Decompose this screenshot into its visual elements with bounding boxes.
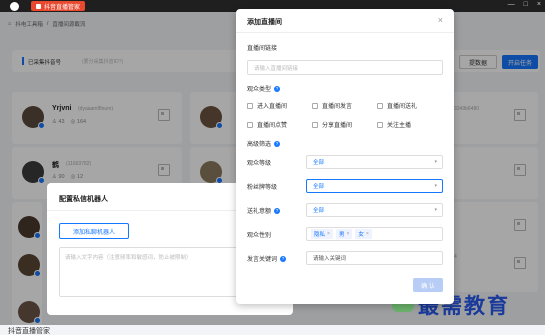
checkbox-box[interactable] (247, 102, 253, 109)
level-label: 观众等级 (247, 158, 271, 167)
checkbox-label: 关注主播 (387, 123, 412, 129)
gender-multiselect[interactable]: 隐私 × 男 × 女 × (306, 227, 443, 241)
help-icon[interactable]: ? (274, 207, 281, 214)
help-icon[interactable]: ? (274, 85, 281, 92)
checkbox-label: 直播间点赞 (257, 123, 288, 129)
confirm-button[interactable]: 确 认 (413, 278, 443, 292)
level-select[interactable]: 全部 ▾ (306, 155, 443, 169)
close-window-icon[interactable]: × (537, 1, 541, 8)
checkbox-like[interactable]: 直播间点赞 (247, 120, 287, 129)
help-icon[interactable]: ? (280, 255, 287, 262)
checkbox-enter[interactable]: 进入直播间 (247, 101, 287, 110)
checkbox-box[interactable] (312, 102, 318, 109)
window-controls: — □ × (508, 1, 541, 8)
filter-label: 高级筛选 ? (247, 139, 281, 148)
close-icon[interactable]: × (438, 15, 443, 25)
gift-amount-label-text: 送礼意额 (247, 209, 272, 215)
link-label: 直播间链接 (247, 43, 277, 52)
checkbox-follow[interactable]: 关注主播 (377, 120, 411, 129)
gift-amount-select[interactable]: 全部 ▾ (306, 203, 443, 217)
add-live-room-dialog: 添加直播间 × 直播间链接 请输入直播间链接 观众类型 ? 进入直播间 直播间发… (236, 9, 454, 304)
fan-level-label-text: 粉丝牌等级 (247, 185, 278, 191)
keyword-label: 发言关键词 ? (247, 254, 287, 263)
fan-level-label: 粉丝牌等级 (247, 182, 277, 191)
link-label-text: 直播间链接 (247, 46, 278, 52)
minimize-icon[interactable]: — (508, 1, 515, 8)
chevron-down-icon: ▾ (434, 183, 437, 189)
type-label: 观众类型 ? (247, 84, 281, 93)
checkbox-share[interactable]: 分享直播间 (312, 120, 352, 129)
footer-bar (0, 325, 545, 335)
level-value: 全部 (313, 160, 325, 166)
gender-tag[interactable]: 女 × (355, 229, 372, 239)
footer-title: 抖音直播管家 (8, 328, 50, 335)
gender-label: 观众性别 (247, 230, 271, 239)
brand-icon (36, 3, 41, 9)
type-label-text: 观众类型 (247, 87, 272, 93)
tag-label: 隐私 (314, 232, 326, 238)
remove-tag-icon[interactable]: × (366, 231, 369, 237)
gender-tag[interactable]: 男 × (335, 229, 353, 239)
chevron-down-icon: ▾ (434, 207, 437, 213)
divider (236, 32, 454, 33)
checkbox-gift[interactable]: 直播间送礼 (377, 101, 417, 110)
remove-tag-icon[interactable]: × (346, 231, 349, 237)
app-brand-tab[interactable]: 抖音直播管家 (31, 1, 86, 11)
dialog-title: 添加直播间 (247, 19, 282, 26)
checkbox-label: 进入直播间 (257, 104, 288, 110)
checkbox-label: 分享直播间 (322, 123, 353, 129)
checkbox-box[interactable] (312, 121, 318, 128)
robot-dialog-title: 配置私信机器人 (59, 196, 108, 203)
keyword-input[interactable]: 请输入关键词 (306, 251, 443, 265)
add-robot-button[interactable]: 添加私聊机器人 (59, 223, 129, 239)
chevron-down-icon: ▾ (434, 159, 437, 165)
gift-amount-label: 送礼意额 ? (247, 206, 281, 215)
checkbox-label: 直播间送礼 (387, 104, 418, 110)
checkbox-comment[interactable]: 直播间发言 (312, 101, 352, 110)
gift-amount-value: 全部 (313, 208, 325, 214)
maximize-icon[interactable]: □ (524, 1, 528, 8)
gender-tag[interactable]: 隐私 × (311, 229, 333, 239)
gender-label-text: 观众性别 (247, 233, 272, 239)
checkbox-label: 直播间发言 (322, 104, 353, 110)
tag-label: 女 (358, 232, 364, 238)
remove-tag-icon[interactable]: × (327, 231, 330, 237)
help-icon[interactable]: ? (274, 140, 281, 147)
fan-level-select[interactable]: 全部 ▾ (306, 179, 443, 193)
tag-label: 男 (338, 232, 345, 238)
checkbox-box[interactable] (377, 102, 383, 109)
filter-label-text: 高级筛选 (247, 142, 272, 148)
link-input[interactable]: 请输入直播间链接 (247, 60, 443, 75)
fan-level-value: 全部 (313, 184, 325, 190)
level-label-text: 观众等级 (247, 161, 272, 167)
checkbox-box[interactable] (377, 121, 383, 128)
checkbox-box[interactable] (247, 121, 253, 128)
keyword-label-text: 发言关键词 (247, 257, 278, 263)
brand-label: 抖音直播管家 (44, 4, 81, 11)
app-logo-icon (10, 1, 19, 11)
